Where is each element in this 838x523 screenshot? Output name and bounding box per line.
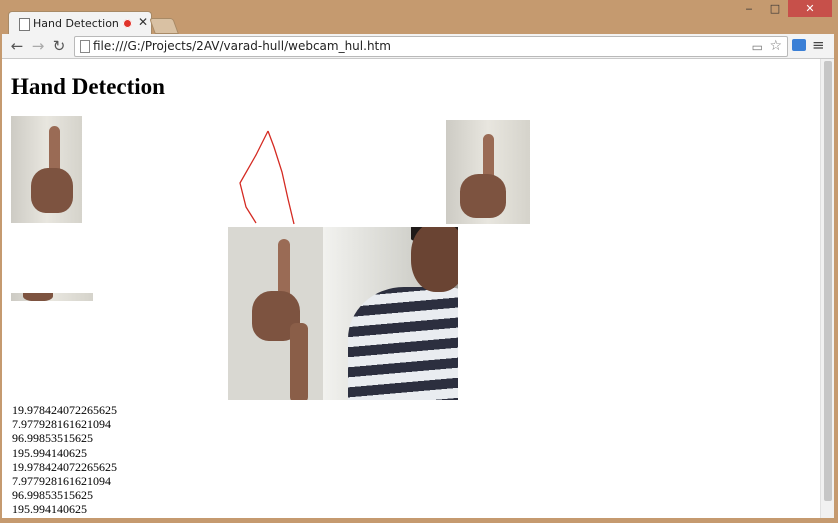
value-line: 7.977928161621094	[12, 417, 111, 432]
star-icon[interactable]: ☆	[769, 38, 782, 54]
value-line: 195.994140625	[12, 502, 87, 517]
scrollbar-thumb[interactable]	[824, 61, 832, 501]
record-icon	[123, 19, 132, 28]
menu-icon[interactable]: ≡	[812, 36, 825, 54]
window-controls: ‒ □ ✕	[736, 0, 832, 18]
minimize-button[interactable]: ‒	[736, 0, 762, 17]
close-window-button[interactable]: ✕	[788, 0, 832, 17]
camera-icon[interactable]: ▭	[752, 40, 763, 54]
new-tab-button[interactable]	[149, 18, 179, 34]
back-icon[interactable]: ←	[8, 37, 26, 55]
hand-crop-image	[11, 116, 82, 223]
forward-icon[interactable]: →	[29, 37, 47, 55]
value-line: 96.99853515625	[12, 431, 93, 446]
value-line: 19.978424072265625	[12, 459, 117, 474]
hand-crop-image-2	[446, 120, 530, 224]
tab-title: Hand Detection	[33, 17, 119, 30]
browser-tab[interactable]: Hand Detection ✕	[8, 11, 152, 36]
webcam-frame-image	[228, 227, 458, 400]
vertical-scrollbar[interactable]	[820, 59, 834, 518]
browser-toolbar: ← → ↻ file:///G:/Projects/2AV/varad-hull…	[2, 34, 834, 59]
file-icon	[80, 40, 90, 53]
convex-hull-outline	[239, 130, 295, 225]
browser-window: Hand Detection ✕ ‒ □ ✕ ← → ↻ file:///G:/…	[0, 0, 838, 523]
close-tab-icon[interactable]: ✕	[138, 15, 148, 29]
value-line: 195.994140625	[12, 445, 87, 460]
page-viewport: Hand Detection 19.978424072265625 7.9779…	[2, 59, 834, 518]
hull-values-list: 19.978424072265625 7.977928161621094 96.…	[12, 403, 117, 517]
value-line: 7.977928161621094	[12, 474, 111, 489]
reload-icon[interactable]: ↻	[50, 37, 68, 55]
value-line: 19.978424072265625	[12, 403, 117, 417]
value-line: 96.99853515625	[12, 488, 93, 503]
extension-icon[interactable]	[792, 39, 806, 51]
page-icon	[19, 18, 30, 31]
url-text[interactable]: file:///G:/Projects/2AV/varad-hull/webca…	[93, 39, 391, 53]
page-title: Hand Detection	[11, 74, 165, 99]
address-bar[interactable]: file:///G:/Projects/2AV/varad-hull/webca…	[74, 36, 788, 57]
maximize-button[interactable]: □	[762, 0, 788, 17]
hand-strip-image	[11, 293, 93, 301]
